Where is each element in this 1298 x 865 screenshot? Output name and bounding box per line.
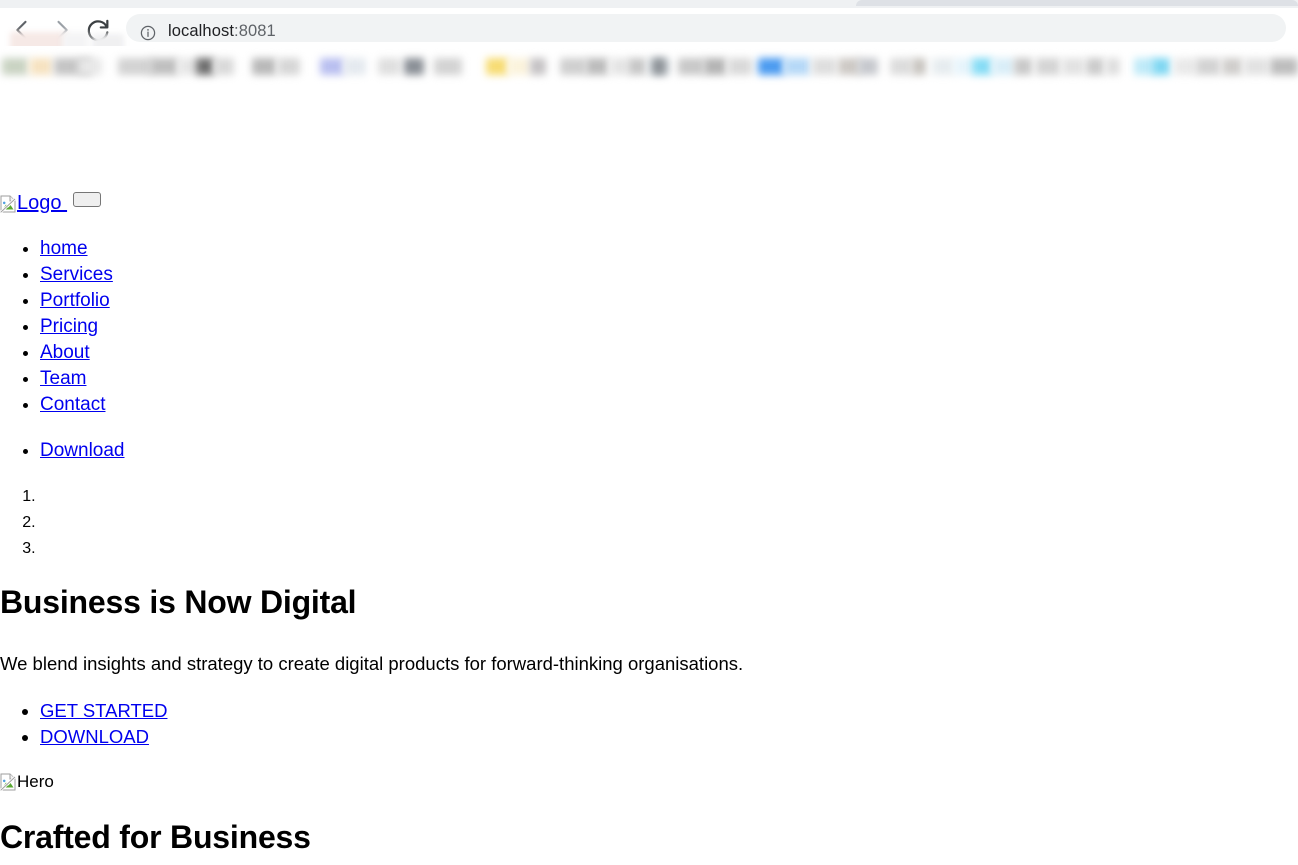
broken-image-icon bbox=[0, 773, 16, 791]
bookmark-item[interactable] bbox=[404, 58, 424, 75]
bookmark-item[interactable] bbox=[992, 58, 1014, 75]
forward-button[interactable] bbox=[48, 16, 76, 44]
hero-cta-list: GET STARTED DOWNLOAD bbox=[0, 698, 167, 750]
nav-item-team[interactable]: Team bbox=[40, 366, 113, 392]
bookmark-item[interactable] bbox=[150, 58, 178, 75]
bookmark-item[interactable] bbox=[530, 58, 546, 75]
bookmark-item[interactable] bbox=[378, 58, 400, 75]
bookmark-item[interactable] bbox=[1134, 58, 1154, 75]
bookmark-item[interactable] bbox=[1174, 58, 1196, 75]
url-text: localhost:8081 bbox=[168, 21, 276, 41]
bookmark-item[interactable] bbox=[912, 58, 926, 75]
nav-item-home[interactable]: home bbox=[40, 236, 113, 262]
nav-link-home[interactable]: home bbox=[40, 238, 88, 259]
bookmark-item[interactable] bbox=[1086, 58, 1104, 75]
hero-cta-get-started[interactable]: GET STARTED bbox=[40, 700, 167, 721]
bookmark-item[interactable] bbox=[30, 58, 52, 75]
info-circle-icon[interactable] bbox=[140, 25, 156, 41]
bookmark-item[interactable] bbox=[196, 58, 214, 75]
bookmark-item[interactable] bbox=[508, 58, 530, 75]
bookmark-item[interactable] bbox=[628, 58, 646, 75]
bookmark-item[interactable] bbox=[344, 58, 366, 75]
bookmark-item[interactable] bbox=[678, 58, 704, 75]
bookmark-item[interactable] bbox=[858, 58, 878, 75]
bookmark-item[interactable] bbox=[610, 58, 628, 75]
bookmark-item[interactable] bbox=[434, 58, 462, 75]
bookmark-item[interactable] bbox=[252, 58, 276, 75]
bookmark-item[interactable] bbox=[78, 58, 102, 75]
page-content: Logo home Services Portfolio Pricing Abo… bbox=[0, 90, 1298, 865]
navbar-toggle-button[interactable] bbox=[73, 192, 102, 207]
bookmark-bar[interactable] bbox=[0, 46, 1298, 90]
bookmark-item[interactable] bbox=[758, 58, 784, 75]
bookmark-item[interactable] bbox=[838, 58, 860, 75]
bookmark-item[interactable] bbox=[320, 58, 344, 75]
bookmark-item[interactable] bbox=[278, 58, 300, 75]
back-button[interactable] bbox=[8, 16, 36, 44]
reload-button[interactable] bbox=[84, 16, 112, 44]
bookmark-item[interactable] bbox=[1152, 58, 1170, 75]
bookmark-item[interactable] bbox=[1062, 58, 1084, 75]
hero-subtitle: We blend insights and strategy to create… bbox=[0, 653, 744, 674]
tab-strip bbox=[0, 0, 1298, 8]
brand-row: Logo bbox=[0, 192, 102, 214]
bookmark-item[interactable] bbox=[784, 58, 810, 75]
bookmark-item[interactable] bbox=[1106, 58, 1120, 75]
nav-item-contact[interactable]: Contact bbox=[40, 392, 113, 418]
nav-link-team[interactable]: Team bbox=[40, 368, 86, 389]
browser-tab[interactable] bbox=[856, 0, 1298, 6]
bookmark-item[interactable] bbox=[214, 58, 234, 75]
url-port: :8081 bbox=[234, 22, 276, 40]
hero-cta-download[interactable]: DOWNLOAD bbox=[40, 726, 149, 747]
bookmark-item[interactable] bbox=[118, 58, 152, 75]
nav-item-download[interactable]: Download bbox=[40, 438, 125, 464]
url-host: localhost bbox=[168, 22, 235, 40]
bookmark-item[interactable] bbox=[652, 58, 666, 75]
brand-logo-alt-text: Logo bbox=[17, 192, 62, 214]
bookmark-item[interactable] bbox=[1270, 58, 1298, 75]
bookmark-item[interactable] bbox=[890, 58, 912, 75]
browser-toolbar: localhost:8081 bbox=[0, 8, 1298, 54]
secondary-nav-list: Download bbox=[0, 438, 125, 464]
nav-link-services[interactable]: Services bbox=[40, 264, 113, 285]
bookmark-item[interactable] bbox=[486, 58, 508, 75]
brand-logo-link[interactable]: Logo bbox=[0, 192, 67, 214]
nav-link-contact[interactable]: Contact bbox=[40, 394, 105, 415]
bookmark-item[interactable] bbox=[178, 58, 198, 75]
nav-link-download[interactable]: Download bbox=[40, 440, 125, 461]
bookmark-item[interactable] bbox=[586, 58, 608, 75]
bookmark-item[interactable] bbox=[2, 58, 28, 75]
hero-title: Business is Now Digital bbox=[0, 584, 357, 620]
nav-item-about[interactable]: About bbox=[40, 340, 113, 366]
bookmark-item[interactable] bbox=[1222, 58, 1242, 75]
hero-image-alt-text: Hero bbox=[17, 772, 54, 791]
bookmark-item[interactable] bbox=[1014, 58, 1032, 75]
hero-cta-item-download[interactable]: DOWNLOAD bbox=[40, 724, 167, 750]
bookmark-item[interactable] bbox=[932, 58, 954, 75]
bookmark-item[interactable] bbox=[704, 58, 726, 75]
browser-chrome: localhost:8081 bbox=[0, 0, 1298, 90]
hero-cta-item-get-started[interactable]: GET STARTED bbox=[40, 698, 167, 724]
broken-image-icon bbox=[0, 195, 16, 213]
bookmark-item[interactable] bbox=[954, 58, 974, 75]
hero-image-row: Hero bbox=[0, 772, 54, 792]
bookmark-item[interactable] bbox=[1036, 58, 1060, 75]
primary-nav-list: home Services Portfolio Pricing About Te… bbox=[0, 236, 113, 418]
bookmark-item[interactable] bbox=[728, 58, 752, 75]
bookmark-item[interactable] bbox=[972, 58, 992, 75]
bookmark-item[interactable] bbox=[1244, 58, 1268, 75]
nav-item-portfolio[interactable]: Portfolio bbox=[40, 288, 113, 314]
bookmark-item[interactable] bbox=[812, 58, 836, 75]
nav-link-about[interactable]: About bbox=[40, 342, 90, 363]
section-title: Crafted for Business bbox=[0, 819, 311, 855]
bookmark-item[interactable] bbox=[560, 58, 586, 75]
bookmark-item[interactable] bbox=[1196, 58, 1220, 75]
nav-link-portfolio[interactable]: Portfolio bbox=[40, 290, 110, 311]
nav-link-pricing[interactable]: Pricing bbox=[40, 316, 98, 337]
address-bar[interactable] bbox=[126, 14, 1286, 42]
carousel-indicator-list bbox=[0, 484, 40, 562]
nav-item-pricing[interactable]: Pricing bbox=[40, 314, 113, 340]
nav-item-services[interactable]: Services bbox=[40, 262, 113, 288]
